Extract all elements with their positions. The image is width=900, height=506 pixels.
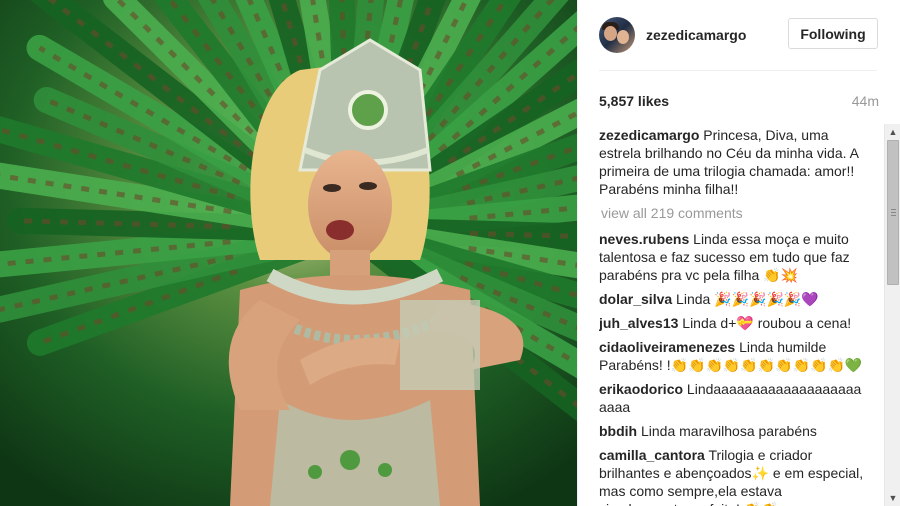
list-item: bbdih Linda maravilhosa parabéns [599, 422, 865, 440]
scroll-thumb[interactable] [887, 140, 899, 285]
comments-list: zezedicamargo Princesa, Diva, uma estrel… [599, 126, 865, 506]
comment-username[interactable]: neves.rubens [599, 231, 689, 247]
avatar[interactable] [599, 17, 635, 53]
list-item: neves.rubens Linda essa moça e muito tal… [599, 230, 865, 284]
comment-text: Linda 🎉🎉🎉🎉🎉💜 [676, 291, 819, 307]
comment-text: Linda d+💝 roubou a cena! [682, 315, 852, 331]
likes-count[interactable]: 5,857 likes [599, 93, 669, 109]
caption: zezedicamargo Princesa, Diva, uma estrel… [599, 126, 865, 198]
list-item: camilla_cantora Trilogia e criador brilh… [599, 446, 865, 506]
post-side-panel: zezedicamargo Following 5,857 likes 44m … [577, 0, 900, 506]
post-header: zezedicamargo Following [578, 0, 900, 70]
comment-text: Linda maravilhosa parabéns [641, 423, 817, 439]
comment-username[interactable]: bbdih [599, 423, 637, 439]
list-item: erikaodorico Lindaaaaaaaaaaaaaaaaaaaaaaa [599, 380, 865, 416]
comment-username[interactable]: dolar_silva [599, 291, 672, 307]
comments-scrollbar[interactable]: ▲ ▼ [884, 124, 900, 506]
carnival-dancer-image [0, 0, 577, 506]
scroll-up-icon[interactable]: ▲ [885, 124, 900, 140]
list-item: dolar_silva Linda 🎉🎉🎉🎉🎉💜 [599, 290, 865, 308]
post-photo[interactable] [0, 0, 577, 506]
post-time[interactable]: 44m [852, 93, 879, 109]
caption-username[interactable]: zezedicamargo [599, 127, 699, 143]
view-all-comments-link[interactable]: view all 219 comments [601, 204, 865, 222]
comment-username[interactable]: cidaoliveiramenezes [599, 339, 735, 355]
comment-username[interactable]: erikaodorico [599, 381, 683, 397]
following-button[interactable]: Following [788, 18, 878, 49]
list-item: cidaoliveiramenezes Linda humilde Parabé… [599, 338, 865, 374]
scroll-down-icon[interactable]: ▼ [885, 490, 900, 506]
post-stats: 5,857 likes 44m [599, 91, 879, 111]
list-item: juh_alves13 Linda d+💝 roubou a cena! [599, 314, 865, 332]
comment-username[interactable]: juh_alves13 [599, 315, 678, 331]
comment-username[interactable]: camilla_cantora [599, 447, 705, 463]
header-divider [599, 70, 877, 71]
header-username[interactable]: zezedicamargo [646, 27, 746, 43]
